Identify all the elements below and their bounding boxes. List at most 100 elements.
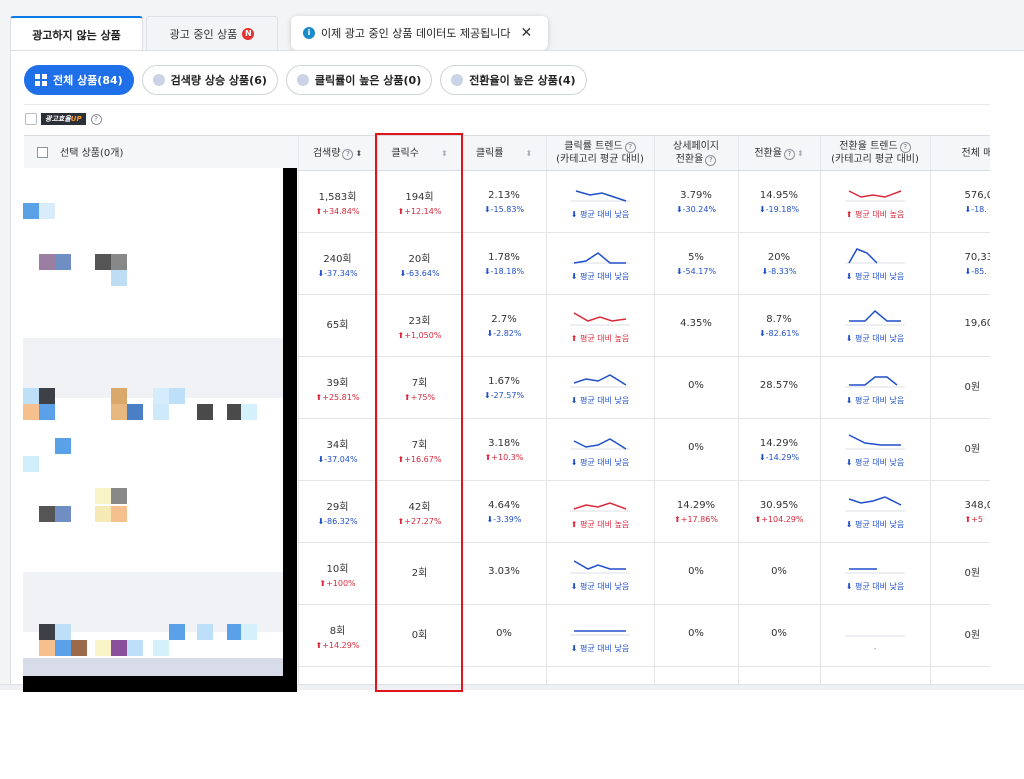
cvr-cell-value: 20% <box>767 251 791 263</box>
search-header-label: 검색량 <box>312 147 341 159</box>
filter-high-cvr[interactable]: 전환율이 높은 상품(4) <box>440 65 587 95</box>
efficiency-up-badge: 광고효율UP <box>41 113 86 125</box>
sparkline-chart <box>570 630 630 636</box>
ctr-cell-value: 1.67% <box>488 375 520 387</box>
ctr-trend-cell-label: ⬇ 평균 대비 낮음 <box>570 458 630 467</box>
sparkline-series <box>573 312 627 322</box>
cvr-trend-cell-label: ⬇ 평균 대비 낮음 <box>845 458 905 467</box>
thumbnail-pixel-block <box>55 254 71 270</box>
cvr-trend-cell: ⬇ 평균 대비 낮음 <box>819 294 930 357</box>
ctr-trend-cell-label: ⬆ 평균 대비 높음 <box>570 334 630 343</box>
filter-all-products[interactable]: 전체 상품(84) <box>24 65 134 95</box>
total-cell-value: 70,33 <box>964 251 991 263</box>
cvr-trend-cell-label: ⬆ 평균 대비 높음 <box>845 210 905 219</box>
divider <box>24 104 990 105</box>
detail-cvr-cell-value: 0% <box>688 628 704 639</box>
help-icon[interactable]: ? <box>342 148 354 160</box>
efficiency-badge-prefix: 광고효율 <box>45 115 71 123</box>
sort-icon[interactable]: ⬍ <box>441 149 448 158</box>
ctr-cell-change: ⬆+10.3% <box>484 452 524 462</box>
help-icon[interactable]: ? <box>899 142 911 153</box>
sparkline-chart <box>845 190 905 202</box>
clicks-cell: 194회 ⬆+12.14% <box>376 170 462 233</box>
detail-cvr-cell: 3.79% ⬇-30.24% <box>653 170 738 233</box>
thumbnail-pixel-block <box>153 640 169 656</box>
search-header[interactable]: 검색량? ⬍ <box>297 135 377 171</box>
arrow-up-circle-icon <box>152 74 165 86</box>
tab-advertised[interactable]: 광고 중인 상품 N <box>146 16 278 50</box>
cvr-trend-cell: - <box>819 604 930 667</box>
close-icon[interactable]: ✕ <box>521 25 533 41</box>
detail-label-1: 상세페이지 <box>673 141 719 152</box>
clicks-header[interactable]: 클릭수 ⬍ <box>376 135 462 171</box>
efficiency-checkbox[interactable] <box>25 113 37 125</box>
search-cell-change: ⬇-37.04% <box>317 454 358 464</box>
thumbnail-pixel-block <box>55 640 71 656</box>
total-cell: 19,60 <box>929 294 991 357</box>
thumbnail-pixel-block <box>39 624 55 640</box>
ctr-header[interactable]: 클릭률 ⬍ <box>461 135 546 171</box>
total-cell: 70,33 ⬇-85. <box>929 232 991 295</box>
detail-cvr-cell-change: ⬆+17.86% <box>674 514 718 524</box>
efficiency-badge-suffix: UP <box>70 115 82 123</box>
cvr-cell-value: 8.7% <box>766 313 792 325</box>
efficiency-filter: 광고효율UP ? <box>25 112 102 126</box>
cvr-header[interactable]: 전환율? ⬍ <box>737 135 820 171</box>
total-cell-value: 0원 <box>964 568 981 579</box>
thumbnail-pixel-block <box>23 203 39 219</box>
clicks-cell-change: ⬇-63.64% <box>399 268 440 278</box>
total-cell-value: 0원 <box>964 630 981 641</box>
sparkline-series <box>848 434 901 446</box>
help-icon[interactable]: ? <box>783 148 795 160</box>
help-icon[interactable]: ? <box>705 155 717 166</box>
cvr-cell-change: ⬆+104.29% <box>754 514 804 524</box>
select-all-checkbox[interactable] <box>37 146 48 158</box>
sort-icon[interactable]: ⬍ <box>355 149 362 158</box>
total-cell-change: ⬆+5 <box>964 514 984 524</box>
clicks-cell: 2회 <box>376 542 462 605</box>
thumbnail-pixel-block <box>95 506 111 522</box>
thumbnail-pixel-block <box>95 254 111 270</box>
sparkline-chart <box>570 560 630 574</box>
thumbnail-pixel-block <box>39 203 55 219</box>
thumbnail-pixel-block <box>39 404 55 420</box>
cvr-trend-header: 전환율 트렌드? (카테고리 평균 대비) <box>819 135 930 171</box>
ctr-trend-cell: ⬇ 평균 대비 낮음 <box>545 418 654 481</box>
cvr-trend-cell: ⬇ 평균 대비 낮음 <box>819 356 930 419</box>
detail-cvr-cell-change: ⬇-54.17% <box>675 266 717 276</box>
thumbnail-pixel-block <box>39 254 55 270</box>
filter-high-ctr[interactable]: 클릭률이 높은 상품(0) <box>285 65 433 95</box>
search-cell-value: 65회 <box>326 320 349 331</box>
ctr-trend-sub: (카테고리 평균 대비) <box>556 154 644 165</box>
sparkline-series <box>849 309 901 322</box>
thumbnail-pixel-block <box>127 404 143 420</box>
ctr-trend-cell: ⬆ 평균 대비 높음 <box>545 294 654 357</box>
sort-icon[interactable]: ⬍ <box>525 149 532 158</box>
help-icon[interactable]: ? <box>90 113 102 125</box>
ctr-cell-change: ⬇-18.18% <box>483 266 525 276</box>
sparkline-chart <box>845 248 905 264</box>
ctr-cell: 2.13% ⬇-15.83% <box>461 170 546 233</box>
sparkline-chart <box>845 568 905 574</box>
filter-search-rising[interactable]: 검색량 상승 상품(6) <box>141 65 278 95</box>
tab-not-advertised[interactable]: 광고하지 않는 상품 <box>10 16 143 51</box>
ctr-trend-cell-label: ⬇ 평균 대비 낮음 <box>570 644 630 653</box>
help-icon[interactable]: ? <box>624 142 636 153</box>
search-cell-change: ⬆+100% <box>319 578 356 588</box>
ctr-trend-cell-label: ⬇ 평균 대비 낮음 <box>570 272 630 281</box>
total-cell-value: 19,60 <box>964 318 991 329</box>
thumbnail-pixel-block <box>95 488 111 504</box>
clicks-cell-value: 42회 <box>408 501 431 513</box>
sort-icon[interactable]: ⬍ <box>797 149 804 158</box>
cvr-cell-value: 0% <box>771 628 787 639</box>
total-cell: 0원 <box>929 604 990 667</box>
grid-icon <box>35 74 47 86</box>
product-thumbnails-area <box>23 168 283 676</box>
search-cell-value: 8회 <box>329 625 346 637</box>
cvr-cell: 14.29% ⬇-14.29% <box>737 418 820 481</box>
cvr-trend-cell-label: - <box>873 643 877 653</box>
search-cell-change: ⬆+34.84% <box>315 206 360 216</box>
detail-cvr-header: 상세페이지 전환율? <box>653 135 738 171</box>
thumbnail-pixel-block <box>197 624 213 640</box>
total-header[interactable]: 전체 매 <box>929 135 990 171</box>
